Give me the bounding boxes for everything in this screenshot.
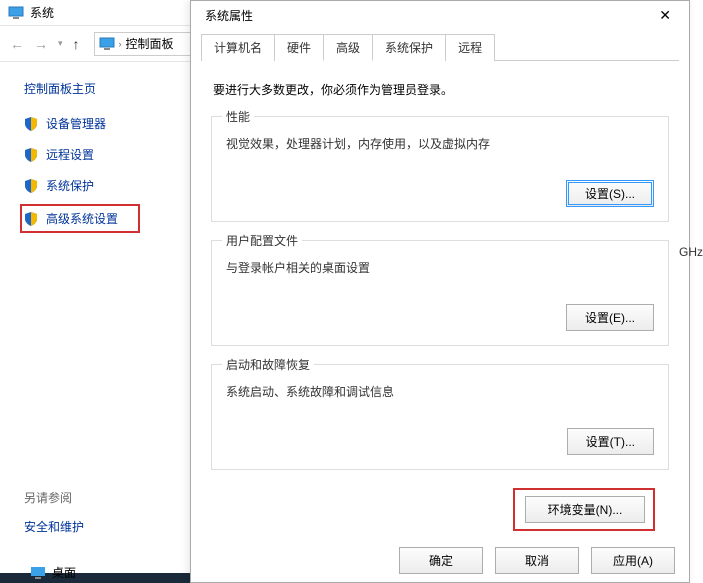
dropdown-chevron-icon[interactable]: ▾ [58,38,63,49]
see-also-link[interactable]: 安全和维护 [24,518,84,535]
sidebar-title[interactable]: 控制面板主页 [24,80,210,97]
dialog-footer: 确定 取消 应用(A) [399,547,675,574]
monitor-icon [30,565,46,581]
sidebar-item-label: 高级系统设置 [46,210,118,227]
performance-group: 性能 视觉效果，处理器计划，内存使用，以及虚拟内存 设置(S)... [211,116,669,222]
system-titlebar: 系统 [0,0,210,26]
env-var-row: 环境变量(N)... [211,488,649,531]
breadcrumb[interactable]: › 控制面板 [94,32,200,56]
shield-icon [24,148,38,162]
chevron-right-icon: › [119,39,122,49]
environment-variables-button[interactable]: 环境变量(N)... [525,496,645,523]
see-also-title: 另请参阅 [24,489,84,506]
tab-remote[interactable]: 远程 [445,34,495,61]
sidebar-item-label: 设备管理器 [46,115,106,132]
close-icon[interactable]: ✕ [651,5,679,26]
tab-advanced[interactable]: 高级 [323,34,373,61]
dialog-title: 系统属性 [205,7,253,24]
shield-icon [24,212,38,226]
shield-icon [24,117,38,131]
performance-settings-button[interactable]: 设置(S)... [566,180,654,207]
tab-strip: 计算机名 硬件 高级 系统保护 远程 [201,33,679,61]
monitor-icon [99,36,115,52]
sidebar-item-protection[interactable]: 系统保护 [24,177,210,194]
cancel-button[interactable]: 取消 [495,547,579,574]
sidebar-item-device-manager[interactable]: 设备管理器 [24,115,210,132]
apply-button[interactable]: 应用(A) [591,547,675,574]
up-arrow-icon[interactable]: ↑ [73,36,80,52]
group-title: 性能 [222,108,254,125]
group-desc: 视觉效果，处理器计划，内存使用，以及虚拟内存 [226,135,654,152]
sidebar-item-label: 系统保护 [46,177,94,194]
desktop-item[interactable]: 桌面 [30,564,76,583]
dialog-body: 要进行大多数更改，你必须作为管理员登录。 性能 视觉效果，处理器计划，内存使用，… [191,61,689,531]
ok-button[interactable]: 确定 [399,547,483,574]
tab-computer-name[interactable]: 计算机名 [201,34,275,61]
tab-hardware[interactable]: 硬件 [274,34,324,61]
sidebar: 控制面板主页 设备管理器 远程设置 系统保护 高级系统设置 [0,62,210,233]
highlight-box-advanced: 高级系统设置 [20,204,140,233]
back-arrow-icon[interactable]: ← [10,36,24,52]
sidebar-item-label: 远程设置 [46,146,94,163]
sidebar-item-advanced[interactable]: 高级系统设置 [24,210,118,227]
forward-arrow-icon: → [34,36,48,52]
group-desc: 系统启动、系统故障和调试信息 [226,383,654,400]
shield-icon [24,179,38,193]
breadcrumb-label: 控制面板 [126,35,174,52]
highlight-box-envvar: 环境变量(N)... [513,488,655,531]
group-title: 启动和故障恢复 [222,356,314,373]
system-title: 系统 [30,4,54,21]
tab-protection[interactable]: 系统保护 [372,34,446,61]
sidebar-item-remote[interactable]: 远程设置 [24,146,210,163]
see-also-section: 另请参阅 安全和维护 [24,489,84,535]
system-properties-dialog: 系统属性 ✕ 计算机名 硬件 高级 系统保护 远程 要进行大多数更改，你必须作为… [190,0,690,583]
system-window: 系统 ← → ▾ ↑ › 控制面板 控制面板主页 设备管理器 远程设置 系统保护 [0,0,210,583]
ghz-fragment: GHz [679,245,703,259]
desktop-label: 桌面 [52,564,76,581]
startup-group: 启动和故障恢复 系统启动、系统故障和调试信息 设置(T)... [211,364,669,470]
monitor-icon [8,5,24,21]
user-profiles-settings-button[interactable]: 设置(E)... [566,304,654,331]
nav-row: ← → ▾ ↑ › 控制面板 [0,26,210,62]
group-title: 用户配置文件 [222,232,302,249]
admin-info-text: 要进行大多数更改，你必须作为管理员登录。 [213,81,669,98]
dialog-titlebar: 系统属性 ✕ [191,1,689,29]
user-profiles-group: 用户配置文件 与登录帐户相关的桌面设置 设置(E)... [211,240,669,346]
group-desc: 与登录帐户相关的桌面设置 [226,259,654,276]
startup-settings-button[interactable]: 设置(T)... [567,428,654,455]
